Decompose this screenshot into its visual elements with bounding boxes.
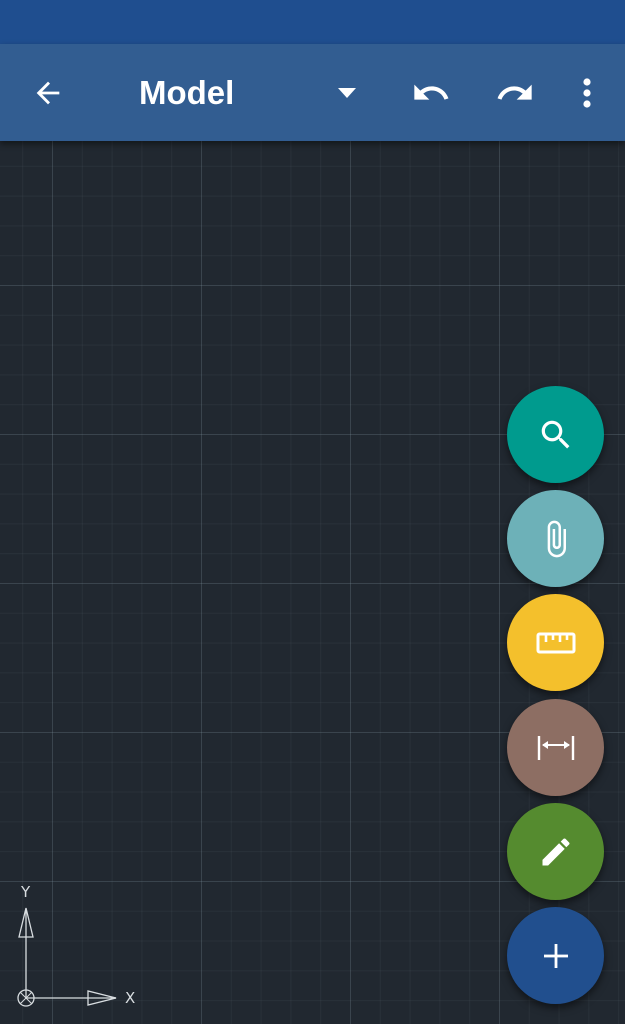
- y-axis-label: Y: [20, 883, 31, 901]
- ruler-icon: [536, 632, 575, 653]
- triangle-down-icon: [338, 87, 356, 98]
- undo-icon: [414, 84, 449, 100]
- search-fab-button[interactable]: [507, 386, 604, 483]
- more-vertical-icon: [583, 77, 591, 108]
- paperclip-icon: [547, 520, 566, 557]
- search-icon: [541, 420, 569, 448]
- add-fab-button[interactable]: [507, 907, 604, 1004]
- dimension-icon: [537, 735, 574, 760]
- redo-button[interactable]: [486, 44, 544, 141]
- plus-icon: [543, 943, 568, 968]
- undo-button[interactable]: [402, 44, 460, 141]
- back-button[interactable]: [18, 44, 78, 141]
- pencil-icon: [542, 837, 570, 865]
- more-options-button[interactable]: [562, 44, 612, 141]
- x-axis-label: X: [125, 989, 135, 1007]
- page-title[interactable]: Model: [139, 44, 234, 141]
- draw-fab-button[interactable]: [507, 803, 604, 900]
- ucs-axis-icon: Y X: [17, 883, 135, 1007]
- app-bar: Model: [0, 44, 625, 141]
- arrow-left-icon: [36, 81, 60, 104]
- attach-fab-button[interactable]: [507, 490, 604, 587]
- status-bar: [0, 0, 625, 44]
- dimension-fab-button[interactable]: [507, 699, 604, 796]
- redo-icon: [497, 84, 532, 100]
- layout-dropdown-button[interactable]: [320, 44, 374, 141]
- measure-fab-button[interactable]: [507, 594, 604, 691]
